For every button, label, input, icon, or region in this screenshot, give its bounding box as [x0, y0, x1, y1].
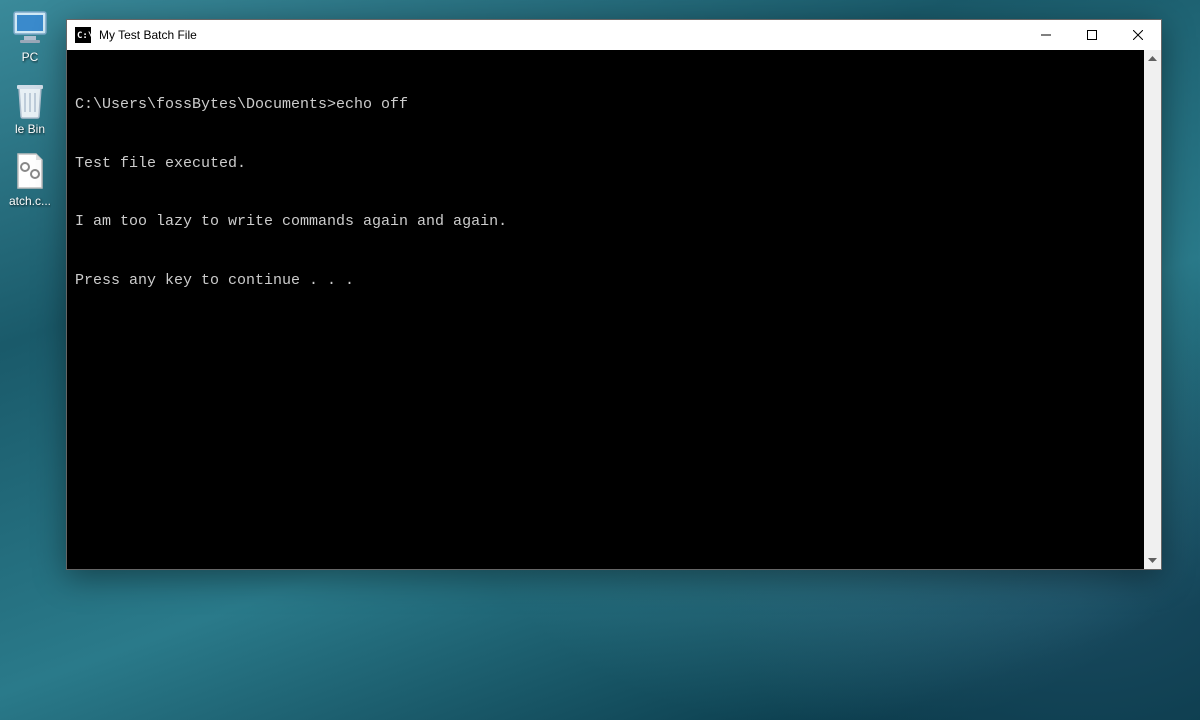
window-controls: [1023, 20, 1161, 50]
cmd-window: C:\ My Test Batch File C:\Users\fossByte…: [66, 19, 1162, 570]
vertical-scrollbar[interactable]: [1144, 50, 1161, 569]
window-title: My Test Batch File: [99, 28, 197, 42]
terminal-line: I am too lazy to write commands again an…: [75, 212, 1136, 232]
desktop-icon-batch-file[interactable]: atch.c...: [0, 152, 60, 208]
desktop-icon-recycle-bin[interactable]: le Bin: [0, 80, 60, 136]
desktop-icon-pc[interactable]: PC: [0, 8, 60, 64]
desktop-icon-label: atch.c...: [9, 194, 51, 208]
scroll-down-button[interactable]: [1144, 552, 1161, 569]
window-titlebar[interactable]: C:\ My Test Batch File: [67, 20, 1161, 50]
scroll-track[interactable]: [1144, 67, 1161, 552]
scroll-up-button[interactable]: [1144, 50, 1161, 67]
close-button[interactable]: [1115, 20, 1161, 50]
batch-file-icon: [8, 152, 52, 192]
terminal-line: Press any key to continue . . .: [75, 271, 1136, 291]
recycle-bin-icon: [8, 80, 52, 120]
monitor-icon: [8, 8, 52, 48]
cmd-icon: C:\: [75, 27, 91, 43]
desktop-icon-label: PC: [22, 50, 39, 64]
terminal-area: C:\Users\fossBytes\Documents>echo off Te…: [67, 50, 1161, 569]
terminal-line: C:\Users\fossBytes\Documents>echo off: [75, 95, 1136, 115]
maximize-button[interactable]: [1069, 20, 1115, 50]
desktop-icons-column: PC le Bin atch.c...: [0, 0, 60, 208]
svg-text:C:\: C:\: [77, 31, 91, 41]
terminal-output[interactable]: C:\Users\fossBytes\Documents>echo off Te…: [67, 50, 1144, 569]
minimize-button[interactable]: [1023, 20, 1069, 50]
desktop-icon-label: le Bin: [15, 122, 45, 136]
terminal-line: Test file executed.: [75, 154, 1136, 174]
